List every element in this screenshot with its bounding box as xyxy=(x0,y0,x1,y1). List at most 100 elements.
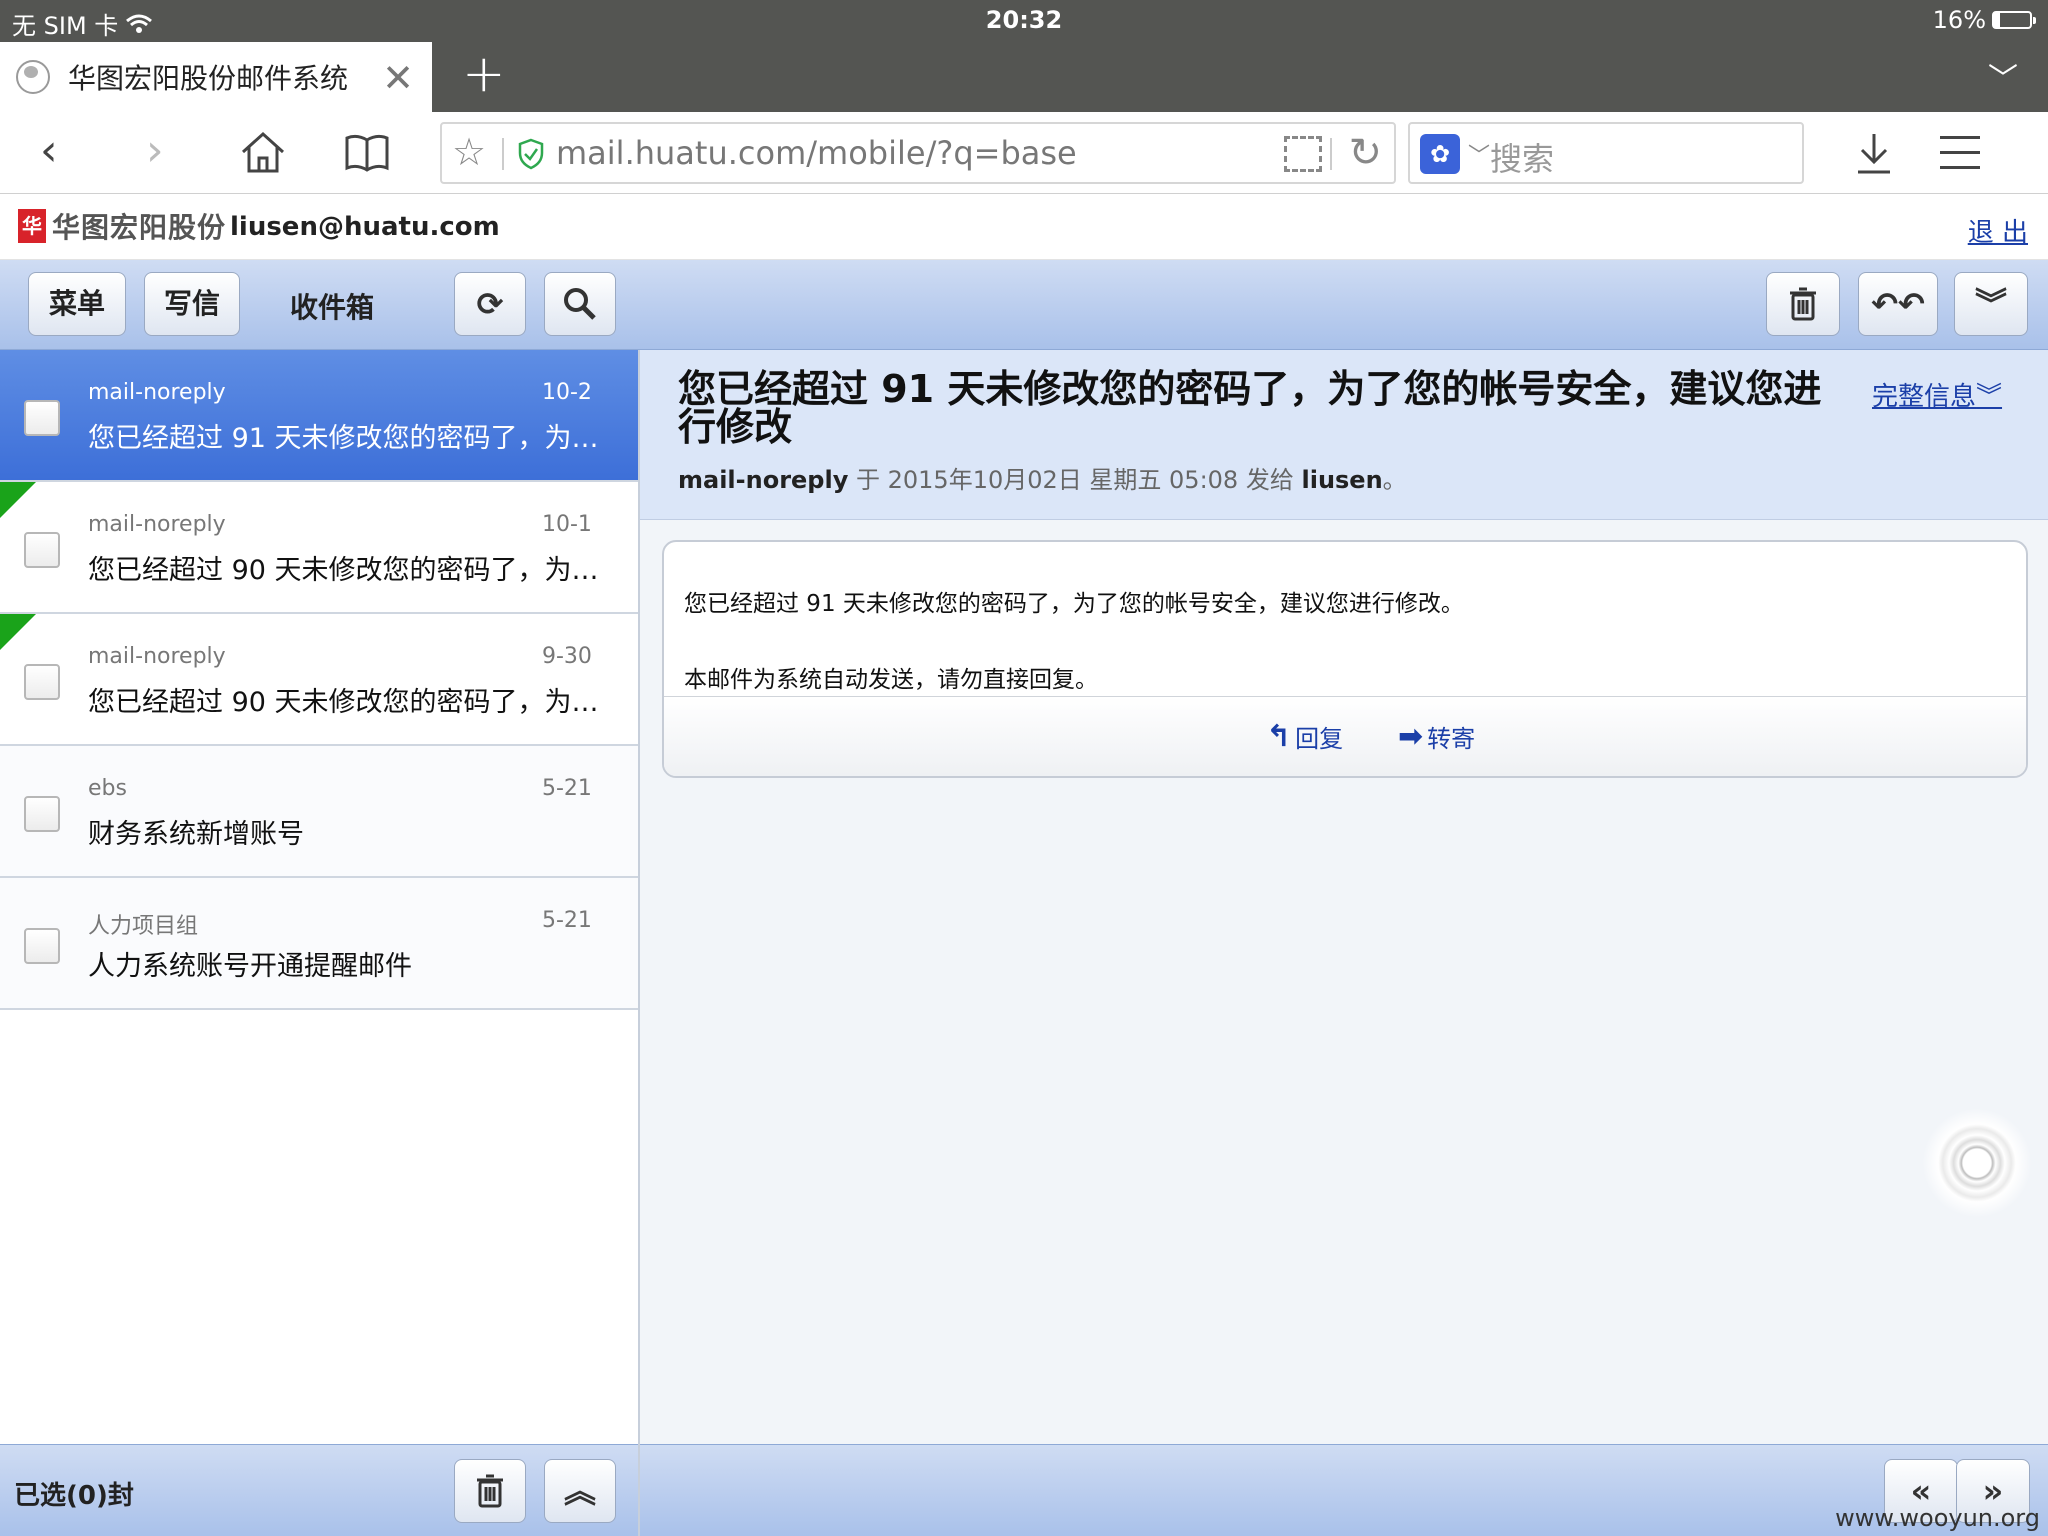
scroll-top-button[interactable]: ︽ xyxy=(544,1459,616,1523)
inbox-toolbar: 菜单 写信 收件箱 ⟳ xyxy=(0,260,640,350)
battery-indicator: 16% xyxy=(1932,6,2036,34)
mail-header: 华 华图宏阳股份 liusen@huatu.com 退 出 xyxy=(0,194,2048,260)
watermark: www.wooyun.org xyxy=(1835,1504,2040,1532)
back-arrow-icon[interactable]: ‹ xyxy=(40,126,58,176)
trash-icon xyxy=(1790,287,1816,321)
message-title: 您已经超过 91 天未修改您的密码了，为了您的帐号安全，建议您进行修改 xyxy=(678,367,1822,449)
delete-button[interactable] xyxy=(1766,272,1840,336)
forward-arrow-icon[interactable]: › xyxy=(146,126,164,176)
unread-flag-icon xyxy=(0,614,36,650)
message-subject: 您已经超过 90 天未修改您的密码了，为了您的帐号安全，建议您进行修改 xyxy=(88,555,618,586)
message-row[interactable]: mail-noreply 10-2 您已经超过 91 天未修改您的密码了，为了您… xyxy=(0,350,638,482)
search-placeholder: 搜索 xyxy=(1490,140,1555,178)
folder-title: 收件箱 xyxy=(290,291,375,324)
message-date: 10-1 xyxy=(542,512,592,537)
message-body-card: 您已经超过 91 天未修改您的密码了，为了您的帐号安全，建议您进行修改。 本邮件… xyxy=(662,540,2028,778)
forward-label: 转寄 xyxy=(1427,725,1476,753)
message-subject: 财务系统新增账号 xyxy=(88,819,304,850)
browser-tab-active[interactable]: 华图宏阳股份邮件系统 ✕ xyxy=(0,42,432,112)
new-tab-button[interactable]: + xyxy=(462,44,506,104)
reading-pane: ↶↶ ︾ 您已经超过 91 天未修改您的密码了，为了您的帐号安全，建议您进行修改… xyxy=(640,260,2048,1536)
assistive-touch-icon[interactable] xyxy=(1922,1108,2032,1218)
message-subject: 人力系统账号开通提醒邮件 xyxy=(88,951,412,982)
selected-count: 已选(0)封 xyxy=(14,1481,134,1511)
message-sender: mail-noreply xyxy=(88,512,226,537)
close-tab-icon[interactable]: ✕ xyxy=(382,56,414,100)
battery-percent: 16% xyxy=(1932,6,1986,34)
message-date: 10-2 xyxy=(542,380,592,405)
meta-suffix: 。 xyxy=(1382,466,1407,494)
message-checkbox[interactable] xyxy=(24,664,60,700)
bookmarks-icon[interactable] xyxy=(344,132,390,172)
reply-link[interactable]: ↰ 回复 xyxy=(1266,719,1343,754)
more-actions-button[interactable]: ︾ xyxy=(1954,272,2028,336)
scan-icon[interactable] xyxy=(1284,136,1322,172)
compose-button[interactable]: 写信 xyxy=(144,272,240,336)
home-icon[interactable] xyxy=(240,130,286,174)
meta-recipient: liusen xyxy=(1301,466,1383,494)
message-actions: ↰ 回复 ➡ 转寄 xyxy=(664,696,2026,776)
clock: 20:32 xyxy=(985,6,1063,34)
forward-link[interactable]: ➡ 转寄 xyxy=(1398,719,1475,754)
message-subject: 您已经超过 91 天未修改您的密码了，为了您的帐号安全，建议您进行修改 xyxy=(88,423,618,454)
user-email: liusen@huatu.com xyxy=(230,212,500,242)
trash-icon xyxy=(477,1474,503,1508)
url-text: mail.huatu.com/mobile/?q=base xyxy=(556,134,1077,172)
reply-arrow-icon: ↰ xyxy=(1266,719,1292,754)
message-list: mail-noreply 10-2 您已经超过 91 天未修改您的密码了，为了您… xyxy=(0,350,638,1010)
message-row[interactable]: mail-noreply 10-1 您已经超过 90 天未修改您的密码了，为了您… xyxy=(0,482,638,614)
download-icon[interactable] xyxy=(1856,132,1892,174)
chevron-down-icon[interactable]: ﹀ xyxy=(1988,54,2018,98)
search-button[interactable] xyxy=(544,272,616,336)
refresh-button[interactable]: ⟳ xyxy=(454,272,526,336)
logo-mark-icon: 华 xyxy=(18,209,46,243)
message-row[interactable]: ebs 5-21 财务系统新增账号 xyxy=(0,746,638,878)
star-icon[interactable]: ☆ xyxy=(452,130,486,174)
message-checkbox[interactable] xyxy=(24,928,60,964)
message-header: 您已经超过 91 天未修改您的密码了，为了您的帐号安全，建议您进行修改 完整信息… xyxy=(640,350,2048,520)
message-checkbox[interactable] xyxy=(24,400,60,436)
search-icon xyxy=(564,288,596,320)
message-sender: ebs xyxy=(88,776,127,801)
company-logo: 华 华图宏阳股份 xyxy=(18,206,226,246)
address-bar[interactable]: ☆ mail.huatu.com/mobile/?q=base ↻ xyxy=(440,122,1396,184)
message-subject: 您已经超过 90 天未修改您的密码了，为了您的帐号安全，建议您进行修改 xyxy=(88,687,618,718)
message-checkbox[interactable] xyxy=(24,796,60,832)
baidu-paw-icon: ✿ xyxy=(1420,134,1460,174)
message-meta: mail-noreply 于 2015年10月02日 星期五 05:08 发给 … xyxy=(678,460,1407,495)
inbox-bottom-bar: 已选(0)封 ︽ xyxy=(0,1444,638,1536)
delete-selected-button[interactable] xyxy=(454,1459,526,1523)
message-sender: 人力项目组 xyxy=(88,914,199,939)
status-bar: 无 SIM 卡 20:32 16% xyxy=(0,0,2048,40)
message-row[interactable]: 人力项目组 5-21 人力系统账号开通提醒邮件 xyxy=(0,878,638,1010)
chevron-down-icon[interactable]: ﹀ xyxy=(1468,138,1490,170)
inbox-pane: 菜单 写信 收件箱 ⟳ mail-noreply 10-2 您已经超过 91 天… xyxy=(0,260,640,1536)
meta-sent-info: 于 2015年10月02日 星期五 05:08 发给 xyxy=(856,466,1294,494)
menu-button[interactable]: 菜单 xyxy=(28,272,126,336)
browser-tab-bar: 华图宏阳股份邮件系统 ✕ + ﹀ xyxy=(0,40,2048,112)
shield-check-icon xyxy=(518,138,544,170)
logout-link[interactable]: 退 出 xyxy=(1968,212,2028,249)
search-box[interactable]: ✿ ﹀ 搜索 xyxy=(1408,122,1804,184)
double-chevron-down-icon: ︾ xyxy=(1974,285,2007,323)
double-chevron-up-icon: ︽ xyxy=(563,1472,596,1510)
double-chevron-down-icon: ︾ xyxy=(1976,382,2003,412)
message-sender: mail-noreply xyxy=(88,644,226,669)
browser-nav-bar: ‹ › ☆ mail.huatu.com/mobile/?q=base ↻ ✿ … xyxy=(0,112,2048,194)
reply-all-button[interactable]: ↶↶ xyxy=(1858,272,1938,336)
unread-flag-icon xyxy=(0,482,36,518)
message-date: 9-30 xyxy=(542,644,592,669)
logo-text: 华图宏阳股份 xyxy=(52,211,227,244)
full-info-link[interactable]: 完整信息︾ xyxy=(1872,376,2002,413)
full-info-label: 完整信息 xyxy=(1872,382,1977,412)
tab-title: 华图宏阳股份邮件系统 xyxy=(68,62,349,95)
reload-icon[interactable]: ↻ xyxy=(1348,130,1382,176)
body-line: 您已经超过 91 天未修改您的密码了，为了您的帐号安全，建议您进行修改。 xyxy=(684,591,1464,617)
message-row[interactable]: mail-noreply 9-30 您已经超过 90 天未修改您的密码了，为了您… xyxy=(0,614,638,746)
message-sender: mail-noreply xyxy=(88,380,226,405)
menu-icon[interactable] xyxy=(1940,136,1980,170)
message-checkbox[interactable] xyxy=(24,532,60,568)
message-date: 5-21 xyxy=(542,776,592,801)
message-date: 5-21 xyxy=(542,908,592,933)
globe-icon xyxy=(16,60,50,94)
